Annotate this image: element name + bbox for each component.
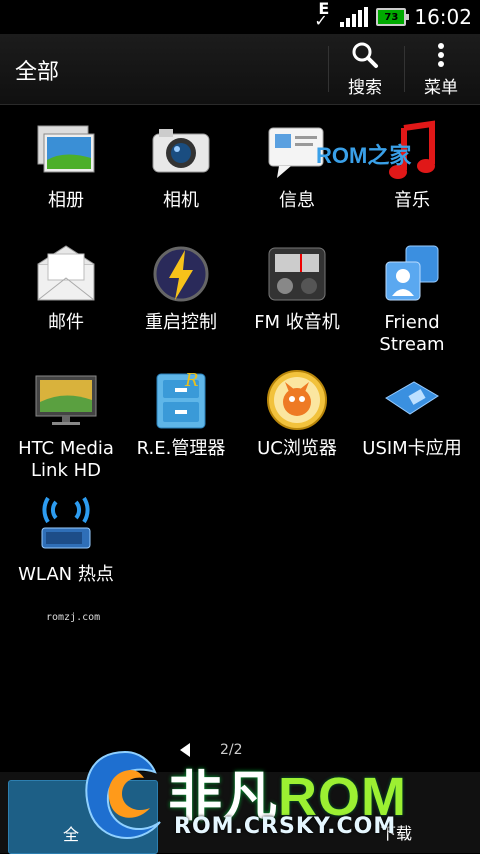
- app-label: 相册: [48, 190, 84, 211]
- app-label: Friend Stream: [379, 312, 445, 355]
- app-label: UC浏览器: [257, 438, 337, 459]
- action-bar: 全部 搜索 菜单: [0, 34, 480, 105]
- battery-level: 73: [384, 11, 399, 23]
- usim-icon: [380, 368, 444, 432]
- mail-icon: [34, 242, 98, 306]
- app-label: 重启控制: [145, 312, 217, 333]
- clock: 16:02: [414, 5, 472, 29]
- check-icon: ✓: [314, 11, 328, 30]
- logo-url: ROM.CRSKY.COM: [174, 814, 397, 839]
- app-label: 邮件: [48, 312, 84, 333]
- search-label: 搜索: [348, 77, 382, 98]
- app-label: R.E.管理器: [136, 438, 226, 459]
- network-type-icon: E ✓: [314, 1, 332, 32]
- watermark-text: ROM之家: [316, 143, 412, 168]
- uc-browser-icon: [265, 368, 329, 432]
- app-fm-radio[interactable]: FM 收音机: [239, 242, 355, 334]
- app-file-manager[interactable]: R R.E.管理器: [123, 368, 239, 460]
- app-label: WLAN 热点: [18, 564, 114, 585]
- app-label: 音乐: [394, 190, 430, 211]
- logo-swirl-icon: [85, 750, 161, 839]
- app-label: 信息: [279, 190, 315, 211]
- menu-label: 菜单: [424, 77, 458, 98]
- signal-strength-icon: [340, 7, 369, 27]
- domain-watermark: romzj.com: [46, 612, 101, 623]
- file-manager-icon: R: [149, 368, 213, 432]
- app-reboot-control[interactable]: 重启控制: [123, 242, 239, 334]
- overflow-menu-icon: [438, 42, 444, 67]
- battery-icon: 73: [376, 8, 410, 26]
- page-title[interactable]: 全部: [15, 54, 59, 86]
- app-label: USIM卡应用: [362, 438, 462, 459]
- rom-home-watermark: ROM之家: [316, 138, 411, 170]
- search-icon: [352, 42, 378, 68]
- app-mail[interactable]: 邮件: [8, 242, 124, 334]
- crsky-logo: 非凡ROM ROM.CRSKY.COM: [70, 742, 480, 853]
- media-link-icon: [34, 368, 98, 432]
- fm-radio-icon: [265, 242, 329, 306]
- friend-stream-icon: [380, 242, 444, 306]
- app-uc-browser[interactable]: UC浏览器: [239, 368, 355, 460]
- app-wlan-hotspot[interactable]: WLAN 热点: [8, 494, 124, 586]
- search-button[interactable]: 搜索: [328, 34, 402, 104]
- app-friend-stream[interactable]: Friend Stream: [354, 242, 470, 356]
- app-label: FM 收音机: [254, 312, 340, 333]
- svg-text:R: R: [184, 370, 199, 391]
- app-camera[interactable]: 相机: [123, 120, 239, 212]
- app-label: 相机: [163, 190, 199, 211]
- camera-icon: [149, 120, 213, 184]
- reboot-control-icon: [149, 242, 213, 306]
- app-gallery[interactable]: 相册: [8, 120, 124, 212]
- wlan-hotspot-icon: [34, 494, 98, 558]
- menu-button[interactable]: 菜单: [404, 34, 478, 104]
- app-usim[interactable]: USIM卡应用: [354, 368, 470, 460]
- app-media-link[interactable]: HTC Media Link HD: [8, 368, 124, 482]
- status-bar: E ✓ 73 16:02: [0, 0, 480, 34]
- gallery-icon: [34, 120, 98, 184]
- app-label: HTC Media Link HD: [18, 438, 114, 481]
